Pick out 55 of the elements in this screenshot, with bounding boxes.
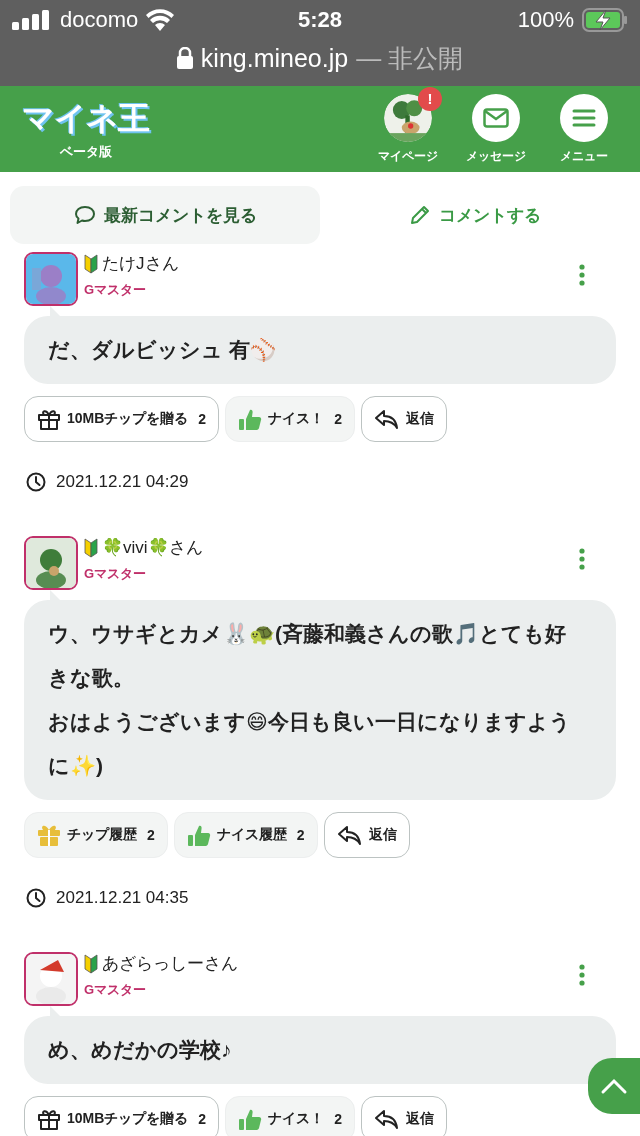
action-button[interactable]: 返信 bbox=[323, 812, 410, 858]
user-rank: Gマスター bbox=[84, 281, 148, 299]
battery-percent: 100% bbox=[517, 7, 574, 33]
user-rank: Gマスター bbox=[84, 565, 148, 583]
action-button[interactable]: ナイス！ 2 bbox=[225, 1096, 355, 1136]
post-time: 2021.12.21 04:35 bbox=[56, 888, 189, 908]
carrier-name: docomo bbox=[60, 7, 139, 33]
message-button[interactable] bbox=[472, 93, 520, 142]
user-rank: Gマスター bbox=[84, 981, 148, 999]
chevron-up-icon bbox=[600, 1077, 628, 1095]
action-button[interactable]: ナイス履歴 2 bbox=[173, 812, 318, 858]
thumbs-up-icon bbox=[186, 823, 211, 847]
signal-icon bbox=[12, 10, 52, 30]
reply-icon bbox=[336, 824, 363, 846]
clock-time: 5:28 bbox=[297, 7, 342, 33]
clock-icon bbox=[26, 888, 46, 908]
clock-icon bbox=[26, 472, 46, 492]
url-privacy-label: — 非公開 bbox=[356, 42, 464, 74]
action-button[interactable]: 10MBチップを贈る 2 bbox=[24, 1096, 220, 1136]
tab[interactable]: 最新コメントを見る bbox=[10, 186, 320, 244]
reply-icon bbox=[373, 1108, 400, 1130]
speech-bubble-icon bbox=[73, 205, 96, 225]
url-domain[interactable]: king.mineo.jp bbox=[200, 43, 349, 73]
gift-icon bbox=[37, 823, 61, 847]
envelope-icon bbox=[483, 107, 509, 128]
menu-icon bbox=[572, 107, 596, 128]
beta-label: ベータ版 bbox=[59, 143, 112, 161]
battery-icon bbox=[582, 8, 628, 32]
comment-text: おはようございます😄今日も良い一日になりますように✨) bbox=[48, 709, 572, 779]
wifi-icon bbox=[146, 9, 175, 31]
comment-text: ウ、ウサギとカメ🐰🐢(斉藤和義さんの歌🎵とても好きな歌。 bbox=[48, 621, 567, 692]
more-options-icon[interactable] bbox=[578, 264, 586, 286]
user-name[interactable]: 🍀vivi🍀さん bbox=[102, 536, 203, 559]
lock-icon bbox=[176, 47, 193, 69]
comment-text: め、めだかの学校♪ bbox=[48, 1037, 233, 1063]
action-button[interactable]: ナイス！ 2 bbox=[225, 396, 355, 442]
pencil-icon bbox=[409, 204, 431, 226]
thumbs-up-icon bbox=[238, 407, 263, 431]
gift-icon bbox=[37, 407, 61, 431]
gift-icon bbox=[37, 1107, 61, 1131]
user-name[interactable]: あざらっしーさん bbox=[102, 952, 238, 975]
notification-badge: ! bbox=[418, 86, 442, 111]
user-name[interactable]: たけJさん bbox=[102, 252, 179, 275]
reply-icon bbox=[373, 408, 400, 430]
more-options-icon[interactable] bbox=[578, 964, 586, 986]
post-time: 2021.12.21 04:29 bbox=[56, 472, 189, 492]
thumbs-up-icon bbox=[238, 1107, 263, 1131]
comment-text: だ、ダルビッシュ 有⚾ bbox=[48, 337, 277, 364]
action-button[interactable]: チップ履歴 2 bbox=[24, 812, 168, 858]
scroll-to-top-button[interactable] bbox=[588, 1058, 640, 1114]
action-button[interactable]: 返信 bbox=[360, 1096, 447, 1136]
more-options-icon[interactable] bbox=[578, 548, 586, 570]
action-button[interactable]: 返信 bbox=[360, 396, 447, 442]
action-button[interactable]: 10MBチップを贈る 2 bbox=[24, 396, 220, 442]
menu-button[interactable] bbox=[560, 93, 608, 142]
